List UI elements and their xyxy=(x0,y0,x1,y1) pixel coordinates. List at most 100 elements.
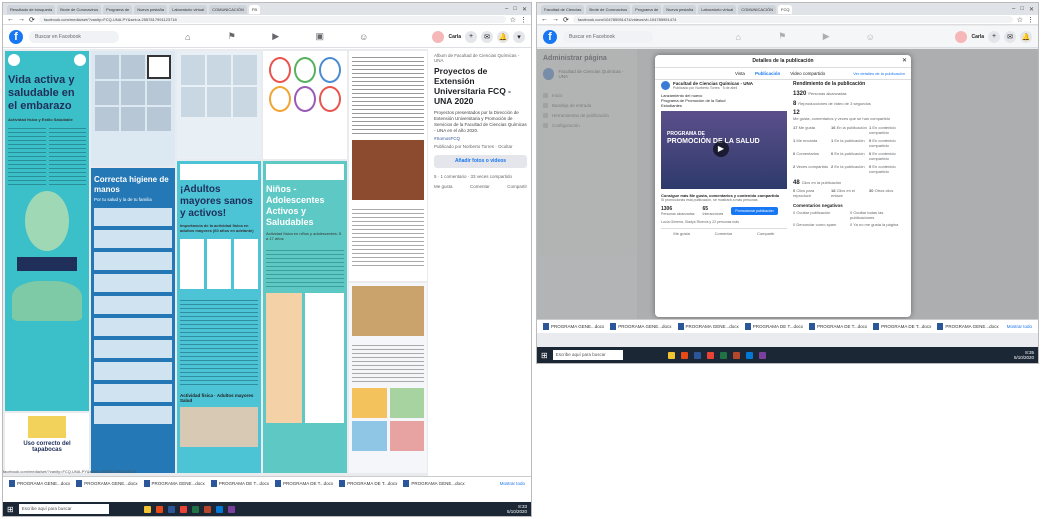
back-icon[interactable]: ← xyxy=(7,16,14,23)
like-button[interactable]: Me gusta xyxy=(673,231,689,236)
reload-icon[interactable]: ⟳ xyxy=(29,16,35,24)
home-icon[interactable]: ⌂ xyxy=(181,31,195,43)
poster-numeros[interactable] xyxy=(263,51,347,159)
minimize-icon[interactable]: – xyxy=(505,6,508,13)
close-icon[interactable]: ✕ xyxy=(522,6,527,13)
user-name[interactable]: Carla xyxy=(448,34,461,40)
promote-button[interactable]: Promocionar publicación xyxy=(731,207,778,215)
reaction-summary[interactable]: 5 · 1 comentario · 33 veces compartido xyxy=(434,174,527,179)
comment-button[interactable]: Comentar xyxy=(715,231,733,236)
reaction-summary[interactable]: Lucía Gimena, Gladys Riveros y 22 person… xyxy=(661,220,787,224)
poster-ejercicios[interactable] xyxy=(177,51,261,159)
chrome-icon[interactable] xyxy=(706,351,714,359)
explorer-icon[interactable] xyxy=(143,505,151,513)
url-field[interactable]: facebook.com/media/set/?vanity=FCQ.UNA.P… xyxy=(38,16,506,23)
notifications-icon[interactable]: 🔔 xyxy=(497,30,509,43)
notifications-icon[interactable]: 🔔 xyxy=(1020,30,1032,43)
like-button[interactable]: Me gusta xyxy=(434,184,453,189)
word-icon[interactable] xyxy=(693,351,701,359)
back-icon[interactable]: ← xyxy=(541,16,548,23)
menu-icon[interactable]: ⋮ xyxy=(1027,16,1034,24)
chrome-icon[interactable] xyxy=(179,505,187,513)
share-button[interactable]: Compartir xyxy=(757,231,775,236)
maximize-icon[interactable]: □ xyxy=(513,6,517,13)
tab[interactable]: Programa de xyxy=(103,4,133,14)
search-input[interactable]: Buscar en Facebook xyxy=(29,30,119,43)
marketplace-icon[interactable]: ▣ xyxy=(313,31,327,43)
minimize-icon[interactable]: – xyxy=(1012,6,1015,13)
windows-start-icon[interactable]: ⊞ xyxy=(7,505,14,514)
tab[interactable]: COMUNICACIÓN xyxy=(738,4,777,14)
tab-post[interactable]: Publicación xyxy=(755,71,780,76)
album-hashtag[interactable]: #SomosFCQ xyxy=(434,136,527,141)
close-icon[interactable]: ✕ xyxy=(902,57,907,64)
add-icon[interactable]: + xyxy=(465,30,477,43)
edge-icon[interactable] xyxy=(745,351,753,359)
groups-icon[interactable]: ☺ xyxy=(357,31,371,43)
download-item[interactable]: PROGRAMA DE T...docx xyxy=(808,323,867,330)
tab[interactable]: Brote de Coronavirus xyxy=(57,4,102,14)
poster-tapabocas[interactable]: Uso correcto del tapabocas xyxy=(5,413,89,473)
share-button[interactable]: Compartir xyxy=(507,184,527,189)
download-item[interactable]: PROGRAMA GENE...docx xyxy=(937,323,999,330)
poster-embarazo[interactable]: Vida activa y saludable en el embarazo A… xyxy=(5,51,89,411)
download-item[interactable]: PROGRAMA GENE...docx xyxy=(403,480,465,487)
tab[interactable]: Brote de Coronavirus xyxy=(586,4,631,14)
close-icon[interactable]: ✕ xyxy=(1029,6,1034,13)
maximize-icon[interactable]: □ xyxy=(1020,6,1024,13)
messenger-icon[interactable]: ✉ xyxy=(481,30,493,43)
download-item[interactable]: PROGRAMA GENE...docx xyxy=(143,480,205,487)
download-item[interactable]: PROGRAMA GENE...docx xyxy=(610,323,672,330)
add-photos-button[interactable]: Añadir fotos o videos xyxy=(434,155,527,168)
tab-view[interactable]: Vista xyxy=(735,71,745,76)
excel-icon[interactable] xyxy=(719,351,727,359)
app-icon[interactable] xyxy=(758,351,766,359)
download-item[interactable]: PROGRAMA GENE...docx xyxy=(543,323,604,330)
menu-icon[interactable]: ⋮ xyxy=(520,16,527,24)
download-item[interactable]: PROGRAMA DE T...docx xyxy=(873,323,931,330)
reload-icon[interactable]: ⟳ xyxy=(563,16,569,24)
poster-bicicletas[interactable] xyxy=(349,283,427,473)
taskbar-search[interactable]: Escribe aquí para buscar xyxy=(18,504,109,514)
powerpoint-icon[interactable] xyxy=(732,351,740,359)
app-icon[interactable] xyxy=(227,505,235,513)
poster-lavado-manos-pasos[interactable] xyxy=(91,51,175,166)
account-menu-icon[interactable]: ▾ xyxy=(513,30,525,43)
tab-shared-video[interactable]: Video compartido xyxy=(790,71,825,76)
forward-icon[interactable]: → xyxy=(18,16,25,23)
star-icon[interactable]: ☆ xyxy=(510,16,516,24)
excel-icon[interactable] xyxy=(191,505,199,513)
tab-active[interactable]: FCQ xyxy=(778,4,793,14)
download-item[interactable]: PROGRAMA GENE...docx xyxy=(9,480,70,487)
download-item[interactable]: PROGRAMA DE T...docx xyxy=(210,480,269,487)
tab[interactable]: Nueva pestaña xyxy=(663,4,697,14)
download-item[interactable]: PROGRAMA DE T...docx xyxy=(274,480,333,487)
watch-icon[interactable]: ▶ xyxy=(819,31,833,43)
facebook-logo-icon[interactable]: f xyxy=(9,29,23,44)
tab[interactable]: Nueva pestaña xyxy=(134,4,168,14)
comment-button[interactable]: Comentar xyxy=(470,184,490,189)
clock[interactable]: 8:35 5/10/2020 xyxy=(1014,350,1034,360)
taskbar-search[interactable]: Escribe aquí para buscar xyxy=(552,350,623,360)
download-item[interactable]: PROGRAMA GENE...docx xyxy=(76,480,138,487)
powerpoint-icon[interactable] xyxy=(203,505,211,513)
watch-icon[interactable]: ▶ xyxy=(269,31,283,43)
add-icon[interactable]: + xyxy=(988,30,1000,43)
clock[interactable]: 8:33 5/10/2020 xyxy=(507,504,527,514)
messenger-icon[interactable]: ✉ xyxy=(1004,30,1016,43)
tab[interactable]: Laboratorio virtual xyxy=(169,4,208,14)
explorer-icon[interactable] xyxy=(667,351,675,359)
office-icon[interactable] xyxy=(680,351,688,359)
poster-recomendaciones[interactable] xyxy=(349,51,427,281)
home-icon[interactable]: ⌂ xyxy=(731,31,745,43)
flag-icon[interactable]: ⚑ xyxy=(775,31,789,43)
url-field[interactable]: facebook.com/104785951474/videos/vb.1047… xyxy=(572,16,1013,23)
album-author[interactable]: Album de Facultad de Ciencias Químicas -… xyxy=(434,53,527,63)
forward-icon[interactable]: → xyxy=(552,16,559,23)
word-icon[interactable] xyxy=(167,505,175,513)
video-thumbnail[interactable]: PROGRAMA DE PROMOCIÓN DE LA SALUD ▶ xyxy=(661,111,787,189)
edge-icon[interactable] xyxy=(215,505,223,513)
poster-adultos-mayores[interactable]: ¡Adultos mayores sanos y activos! Import… xyxy=(177,161,261,473)
poster-ninos[interactable]: Niños - Adolescentes Activos y Saludable… xyxy=(263,161,347,473)
user-name[interactable]: Carla xyxy=(971,34,984,40)
